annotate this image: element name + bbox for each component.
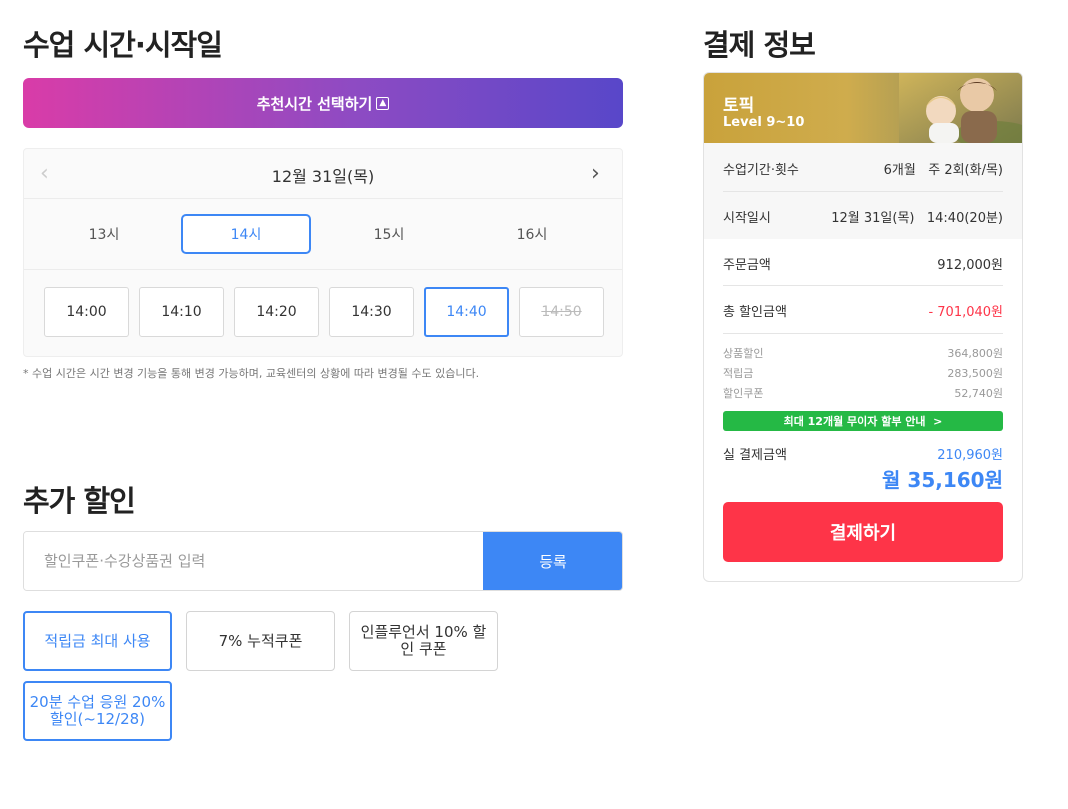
discount-chip-influencer[interactable]: 인플루언서 10% 할인 쿠폰 (349, 611, 498, 671)
monthly-amount: 월 35,160원 (882, 468, 1003, 492)
discount-title: 추가 할인 (23, 484, 136, 518)
recommend-label: 추천시간 선택하기 (256, 94, 373, 113)
hour-option[interactable]: 16시 (467, 214, 597, 254)
minute-option[interactable]: 14:20 (234, 287, 319, 337)
discount-value: - 701,040원 (928, 305, 1003, 320)
next-date-arrow-icon[interactable]: › (591, 163, 600, 185)
schedule-note: * 수업 시간은 시간 변경 기능을 통해 변경 가능하며, 교육센터의 상황에… (23, 367, 480, 380)
discount-row: 총 할인금액 - 701,040원 (723, 301, 1003, 320)
breakdown-label: 할인쿠폰 (723, 387, 764, 400)
period-value: 6개월 주 2회(화/목) (883, 163, 1003, 178)
installment-info-button[interactable]: 최대 12개월 무이자 할부 안내 > (723, 411, 1003, 431)
start-label: 시작일시 (723, 211, 771, 226)
minute-option-selected[interactable]: 14:40 (424, 287, 509, 337)
product-level: Level 9~10 (723, 115, 805, 130)
time-picker: ‹ 12월 31일(목) › 13시 14시 15시 16시 14:00 14:… (23, 148, 623, 357)
hour-option[interactable]: 13시 (39, 214, 169, 254)
minute-option[interactable]: 14:00 (44, 287, 129, 337)
final-amount-value: 210,960원 (937, 448, 1003, 463)
breakdown-item: 적립금 283,500원 (723, 365, 1003, 381)
breakdown-item: 할인쿠폰 52,740원 (723, 385, 1003, 401)
order-value: 912,000원 (937, 258, 1003, 273)
breakdown-label: 상품할인 (723, 347, 764, 360)
discount-chip-20min[interactable]: 20분 수업 응원 20% 할인(~12/28) (23, 681, 172, 741)
selected-date: 12월 31일(목) (271, 167, 375, 186)
schedule-title: 수업 시간·시작일 (23, 28, 223, 62)
payment-panel: 토픽 Level 9~10 수업기간·횟수 6개월 주 2회(화/목) 시작일시 (703, 72, 1023, 582)
period-label: 수업기간·횟수 (723, 163, 799, 178)
date-header: ‹ 12월 31일(목) › (24, 149, 622, 199)
breakdown-item: 상품할인 364,800원 (723, 345, 1003, 361)
product-name: 토픽 (723, 96, 755, 116)
hour-option-selected[interactable]: 14시 (181, 214, 311, 254)
register-button[interactable]: 등록 (483, 532, 622, 590)
minute-option-disabled: 14:50 (519, 287, 604, 337)
order-label: 주문금액 (723, 258, 771, 273)
divider (723, 191, 1003, 192)
recommend-time-button[interactable]: 추천시간 선택하기 ▲ (23, 78, 623, 128)
divider (723, 333, 1003, 334)
period-row: 수업기간·횟수 6개월 주 2회(화/목) (723, 159, 1003, 178)
breakdown-value: 52,740원 (954, 387, 1003, 400)
coupon-input[interactable] (24, 532, 483, 590)
minute-option[interactable]: 14:30 (329, 287, 414, 337)
hour-selector: 13시 14시 15시 16시 (24, 200, 622, 270)
payment-title: 결제 정보 (703, 28, 816, 62)
discount-label: 총 할인금액 (723, 305, 787, 320)
hour-option[interactable]: 15시 (324, 214, 454, 254)
breakdown-label: 적립금 (723, 367, 754, 380)
breakdown-value: 283,500원 (947, 367, 1003, 380)
divider (723, 285, 1003, 286)
pay-button[interactable]: 결제하기 (723, 502, 1003, 562)
breakdown-value: 364,800원 (947, 347, 1003, 360)
minute-option[interactable]: 14:10 (139, 287, 224, 337)
order-row: 주문금액 912,000원 (723, 254, 1003, 273)
discount-chip-points[interactable]: 적립금 최대 사용 (23, 611, 172, 671)
chevron-up-box-icon: ▲ (376, 96, 390, 110)
start-value: 12월 31일(목) 14:40(20분) (831, 211, 1003, 226)
coupon-form: 등록 (23, 531, 623, 591)
final-amount-label: 실 결제금액 (723, 448, 787, 463)
discount-chip-cumulative[interactable]: 7% 누적쿠폰 (186, 611, 335, 671)
product-photo (899, 73, 1022, 143)
start-row: 시작일시 12월 31일(목) 14:40(20분) (723, 207, 1003, 226)
product-banner: 토픽 Level 9~10 (704, 73, 1022, 143)
